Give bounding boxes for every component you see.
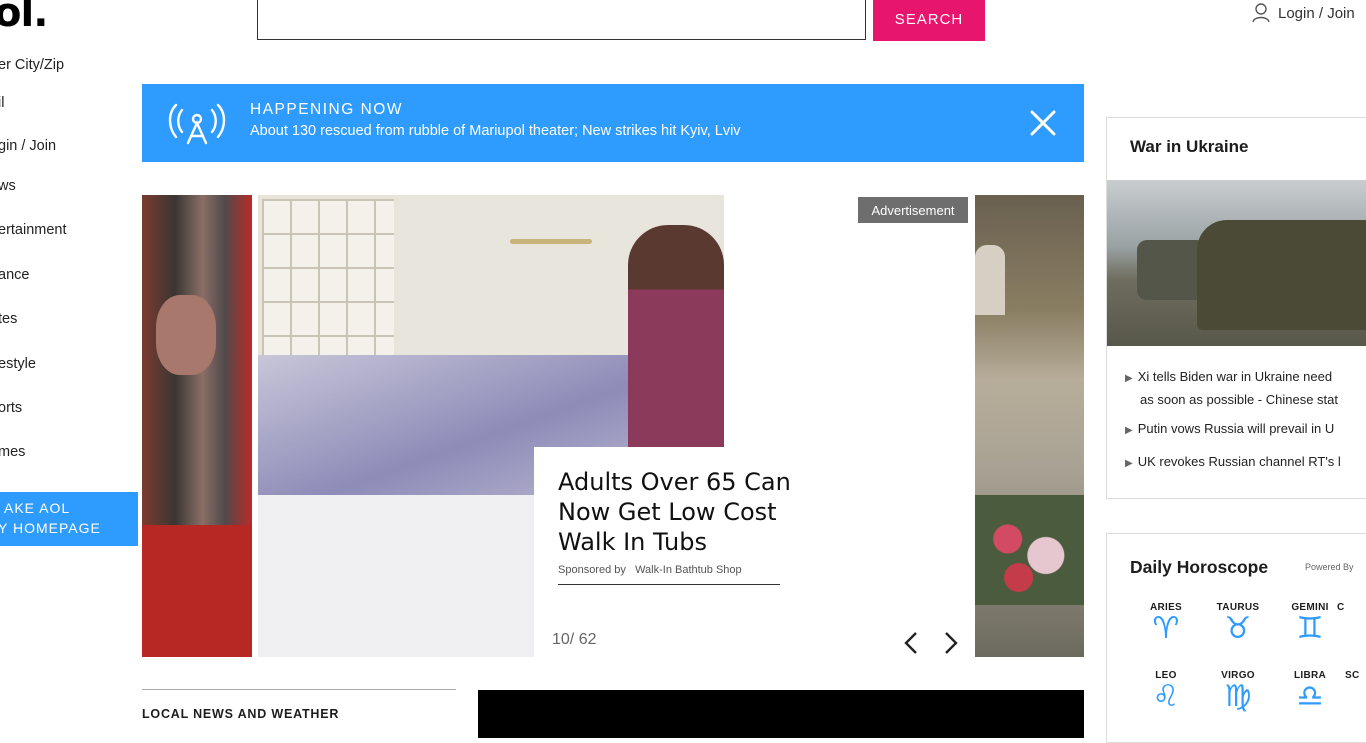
sign-gemini[interactable]: GEMINI ♊ [1285,602,1335,645]
slide-caption-title[interactable]: Adults Over 65 Can Now Get Low Cost Walk… [558,467,798,557]
sign-scorpio[interactable]: SC [1345,670,1366,681]
make-aol-line1: AKE AOL [4,500,71,516]
horoscope-title: Daily Horoscope [1130,557,1269,577]
search-input[interactable] [257,0,866,40]
war-headline-1-line2: as soon as possible - Chinese stat [1140,392,1338,407]
sign-taurus[interactable]: TAURUS ♉ [1213,602,1263,645]
next-slide-image[interactable] [975,195,1084,657]
happening-now-headline[interactable]: About 130 rescued from rubble of Mariupo… [250,123,741,139]
nav-item-entertainment[interactable]: ertainment [0,222,67,238]
leo-icon: ♌ [1152,679,1180,714]
nav-item-notes[interactable]: tes [0,311,17,327]
taurus-icon: ♉ [1224,611,1252,646]
slide-counter: 10/ 62 [552,631,597,648]
make-aol-homepage-button[interactable]: AKE AOL Y HOMEPAGE [0,492,138,546]
bullet-triangle-icon: ▶ [1125,373,1133,384]
close-icon[interactable] [1026,106,1060,140]
sign-libra[interactable]: LIBRA ♎ [1285,670,1335,713]
advertisement-label: Advertisement [858,197,968,223]
war-headline-2-text: Putin vows Russia will prevail in U [1137,421,1335,436]
sponsored-by[interactable]: Sponsored by Walk-In Bathtub Shop [558,564,780,585]
sign-virgo[interactable]: VIRGO ♍ [1213,670,1263,713]
sign-leo[interactable]: LEO ♌ [1141,670,1191,713]
search-button[interactable]: SEARCH [873,0,985,41]
war-headline-3-text: UK revokes Russian channel RT's l [1137,454,1341,469]
chevron-right-icon[interactable] [940,631,960,655]
war-headline-3[interactable]: ▶ UK revokes Russian channel RT's l [1125,451,1341,474]
slide-caption[interactable]: Adults Over 65 Can Now Get Low Cost Walk… [534,447,824,657]
war-headline-1-line1: Xi tells Biden war in Ukraine need [1137,369,1333,384]
war-headline-1[interactable]: ▶ Xi tells Biden war in Ukraine need as s… [1125,366,1338,410]
nav-item-games[interactable]: mes [0,444,25,460]
sponsored-prefix: Sponsored by [558,564,626,576]
sponsor-name[interactable]: Walk-In Bathtub Shop [635,564,742,576]
bullet-triangle-icon: ▶ [1125,458,1133,469]
local-news-heading: LOCAL NEWS AND WEATHER [142,707,340,721]
login-label: Login / Join [1278,4,1355,22]
nav-item-lifestyle[interactable]: estyle [0,356,36,372]
sign-name: C [1337,602,1345,613]
user-icon [1252,3,1270,23]
sign-aries[interactable]: ARIES ♈ [1141,602,1191,645]
sign-name: SC [1345,670,1360,681]
daily-horoscope-module: Daily Horoscope Powered By ARIES ♈ TAURUS… [1106,533,1366,743]
virgo-icon: ♍ [1224,679,1252,714]
horoscope-powered-by: Powered By [1305,562,1354,572]
war-in-ukraine-module: War in Ukraine ▶ Xi tells Biden war in Uk… [1106,117,1366,499]
nav-item-sports[interactable]: orts [0,400,22,416]
nav-item-finance[interactable]: ance [0,267,29,283]
broadcast-tower-icon [168,103,226,145]
make-aol-line2: Y HOMEPAGE [0,520,101,536]
slideshow: Adults Over 65 Can Now Get Low Cost Walk… [142,195,1084,657]
login-link[interactable]: Login / Join [1252,3,1355,23]
bullet-triangle-icon: ▶ [1125,425,1133,436]
nav-item-mail[interactable]: il [0,95,4,111]
war-module-image[interactable] [1107,180,1366,346]
war-headline-2[interactable]: ▶ Putin vows Russia will prevail in U [1125,418,1334,441]
sign-cancer[interactable]: C [1337,602,1366,613]
libra-icon: ♎ [1296,679,1324,714]
divider [142,689,456,690]
gemini-icon: ♊ [1296,611,1324,646]
war-module-title[interactable]: War in Ukraine [1130,137,1248,157]
happening-now-title: HAPPENING NOW [250,101,403,118]
aol-logo[interactable]: ol. [0,0,48,36]
nav-item-location[interactable]: er City/Zip [0,57,64,73]
nav-item-news[interactable]: ws [0,178,16,194]
previous-slide-image[interactable] [142,195,252,657]
chevron-left-icon[interactable] [902,631,922,655]
aries-icon: ♈ [1152,611,1180,646]
video-player[interactable] [478,690,1084,738]
happening-now-banner[interactable]: HAPPENING NOW About 130 rescued from rub… [142,84,1084,162]
nav-item-login[interactable]: gin / Join [0,138,56,154]
